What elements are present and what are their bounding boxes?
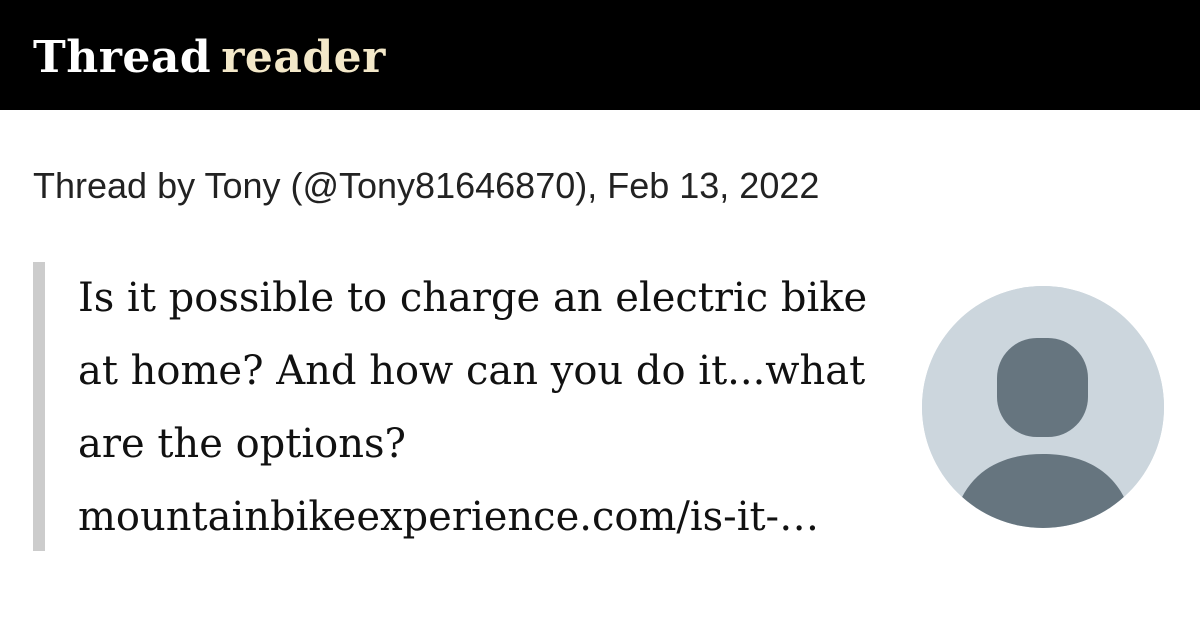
tweet-line-2: at home? And how can you do it...what: [78, 348, 866, 394]
header-bar: Thread reader: [0, 0, 1200, 110]
default-profile-icon: [922, 286, 1164, 528]
tweet-line-1: Is it possible to charge an electric bik…: [78, 275, 868, 321]
quote-divider: [33, 262, 45, 551]
thread-reader-card: Thread reader Thread by Tony (@Tony816468…: [0, 0, 1200, 628]
logo-word-reader: reader: [221, 32, 386, 83]
logo-word-thread: Thread: [33, 32, 212, 83]
tweet-link[interactable]: mountainbikeexperience.com/is-it-…: [78, 481, 898, 554]
tweet-text: Is it possible to charge an electric bik…: [78, 262, 898, 554]
thread-byline: Thread by Tony (@Tony81646870), Feb 13, …: [33, 165, 820, 206]
author-avatar[interactable]: [922, 286, 1164, 528]
tweet-line-3: are the options?: [78, 421, 406, 467]
thread-reader-logo[interactable]: Thread reader: [33, 30, 386, 86]
